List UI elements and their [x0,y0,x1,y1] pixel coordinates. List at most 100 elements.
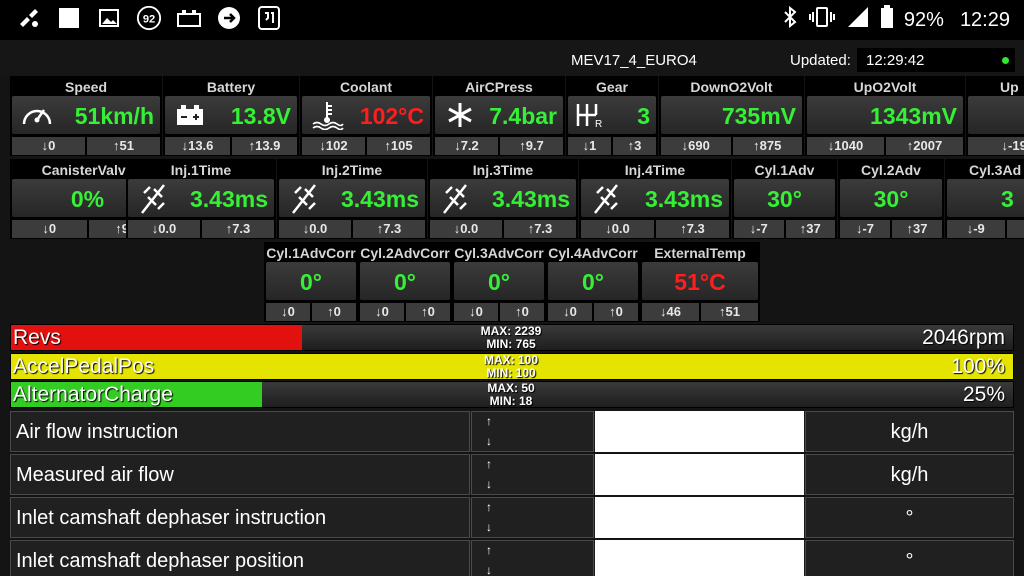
gauge-coolant[interactable]: Coolant 102°C ↓102 ↑105 [300,76,432,156]
row-up-arrow: ↑ [486,457,492,471]
row-unit: ° [805,540,1014,576]
gauge-min: ↓13.6 [165,137,230,155]
gauge-max: ↑ [1006,220,1024,238]
gauge-inj4time[interactable]: Inj.4Time 3.43ms ↓0.0 ↑7.3 [579,159,731,239]
row-down-arrow: ↓ [486,520,492,534]
svg-text:R: R [595,119,602,130]
badge-92-icon: 92 [136,5,162,31]
gauge-value: 13.8V [230,103,291,129]
gauge-min: ↓0 [548,303,592,321]
gauge-cyl3advcorr[interactable]: Cyl.3AdvCorr 0° ↓0 ↑0 [452,242,546,322]
gauge-value: 0° [300,269,322,295]
gauge-downo2volt[interactable]: DownO2Volt 735mV ↓690 ↑875 [659,76,804,156]
bar-min: MIN: 765 [486,337,536,351]
row-name: Inlet camshaft dephaser instruction [10,497,470,538]
table-row[interactable]: Air flow instruction ↑ ↓ kg/h [10,411,1014,452]
gauge-value: 7.4bar [489,103,557,129]
row-value-field[interactable] [595,497,804,538]
gauge-aircpress[interactable]: AirCPress 7.4bar ↓7.2 ↑9.7 [433,76,565,156]
updated-time-text: 12:29:42 [866,52,925,69]
gauge-min: ↓690 [661,137,731,155]
injector-icon [136,183,170,214]
gauge-value: 3.43ms [644,186,723,212]
gauge-cyl1adv[interactable]: Cyl.1Adv 30° ↓-7 ↑37 [732,159,837,239]
gauge-max: ↑0 [500,303,544,321]
row-value-field[interactable] [595,454,804,495]
gauge-cyl2advcorr[interactable]: Cyl.2AdvCorr 0° ↓0 ↑0 [358,242,452,322]
table-row[interactable]: Inlet camshaft dephaser position ↑ ↓ ° [10,540,1014,576]
gauge-max: ↑0 [406,303,450,321]
row-arrows: ↑ ↓ [471,540,594,576]
battery-charger-icon [176,5,202,31]
table-row[interactable]: Measured air flow ↑ ↓ kg/h [10,454,1014,495]
gauge-upo2volt[interactable]: UpO2Volt 1343mV ↓1040 ↑2007 [805,76,965,156]
row-name: Inlet camshaft dephaser position [10,540,470,576]
gauge-label: AirCPress [465,79,533,95]
gauge-min: ↓0.0 [128,220,200,238]
gauge-label: Cyl.2Adv [861,162,921,178]
row-unit: ° [805,497,1014,538]
bar-accelpedalpos[interactable]: AccelPedalPos MAX: 100 MIN: 100 100% [10,353,1014,380]
gauge-value: 1343mV [870,103,957,129]
vibrate-icon [808,6,836,34]
row-value-field[interactable] [595,411,804,452]
gauge-max: ↑105 [367,137,430,155]
gauge-label: Gear [596,79,628,95]
row-down-arrow: ↓ [486,563,492,576]
gauge-max: ↑3 [613,137,656,155]
gauge-value: 51km/h [74,103,154,129]
gauge-label: Cyl.3AdvCorr [454,245,544,261]
gauge-externaltemp[interactable]: ExternalTemp 51°C ↓46 ↑51 [640,242,760,322]
row-arrows: ↑ ↓ [471,411,594,452]
gauge-partial-cyl3adv[interactable]: Cyl.3Ad 3 ↓-9↑ [945,159,1024,239]
image-icon [96,5,122,31]
bar-revs[interactable]: Revs MAX: 2239 MIN: 765 2046rpm [10,324,1014,351]
gauge-value: 30° [873,186,909,212]
bar-min: MIN: 100 [486,366,536,380]
bar-name: AccelPedalPos [13,355,155,378]
battery-percent: 92% [903,8,944,31]
gauge-partial-up[interactable]: Up ↓-19. [966,76,1024,156]
gauge-min: ↓102 [302,137,365,155]
gauge-min: ↓0 [454,303,498,321]
gauge-max: ↑2007 [886,137,963,155]
paint-icon [16,5,42,31]
gauge-cyl2adv[interactable]: Cyl.2Adv 30° ↓-7 ↑37 [838,159,944,239]
gauge-value: 3 [1001,186,1014,212]
gauge-min: ↓-7 [840,220,890,238]
table-row[interactable]: Inlet camshaft dephaser instruction ↑ ↓ … [10,497,1014,538]
gauge-value: 0° [488,269,510,295]
gauge-value: 0° [582,269,604,295]
bar-alternatorcharge[interactable]: AlternatorCharge MAX: 50 MIN: 18 25% [10,381,1014,408]
gauge-label: Cyl.2AdvCorr [360,245,450,261]
gauge-label: Speed [64,79,107,95]
gauge-value: 735mV [721,103,796,129]
gauge-max: ↑7.3 [504,220,576,238]
row-value-field[interactable] [595,540,804,576]
gauge-inj2time[interactable]: Inj.2Time 3.43ms ↓0.0 ↑7.3 [277,159,427,239]
gauge-gear[interactable]: Gear R 3 ↓1 ↑3 [566,76,658,156]
gauge-label: Inj.4Time [624,162,686,178]
gauge-battery[interactable]: Battery 13.8V ↓13.6 ↑13.9 [163,76,299,156]
gauge-max: ↑37 [785,220,835,238]
row-down-arrow: ↓ [486,434,492,448]
bar-min: MIN: 18 [489,394,533,408]
gauge-min: ↓0 [12,137,85,155]
gauge-inj3time[interactable]: Inj.3Time 3.43ms ↓0.0 ↑7.3 [428,159,578,239]
gauge-inj1time[interactable]: Inj.1Time 3.43ms ↓0.0 ↑7.3 [126,159,276,239]
bar-value: 2046rpm [922,326,1005,349]
gauge-cyl1advcorr[interactable]: Cyl.1AdvCorr 0° ↓0 ↑0 [264,242,358,322]
row-up-arrow: ↑ [486,500,492,514]
gauge-max: ↑37 [892,220,942,238]
gauge-label: Cyl.1AdvCorr [266,245,356,261]
gauge-min: ↓1 [568,137,611,155]
gauge-max: ↑13.9 [232,137,297,155]
gauge-cyl4advcorr[interactable]: Cyl.4AdvCorr 0° ↓0 ↑0 [546,242,640,322]
clock: 12:29 [959,8,1010,31]
square-icon [56,5,82,31]
bar-name: Revs [13,326,61,349]
signal-icon [846,6,870,34]
gauge-speed[interactable]: Speed 51km/h ↓0 ↑51 [10,76,162,156]
row-up-arrow: ↑ [486,543,492,557]
gauge-value: 0° [394,269,416,295]
